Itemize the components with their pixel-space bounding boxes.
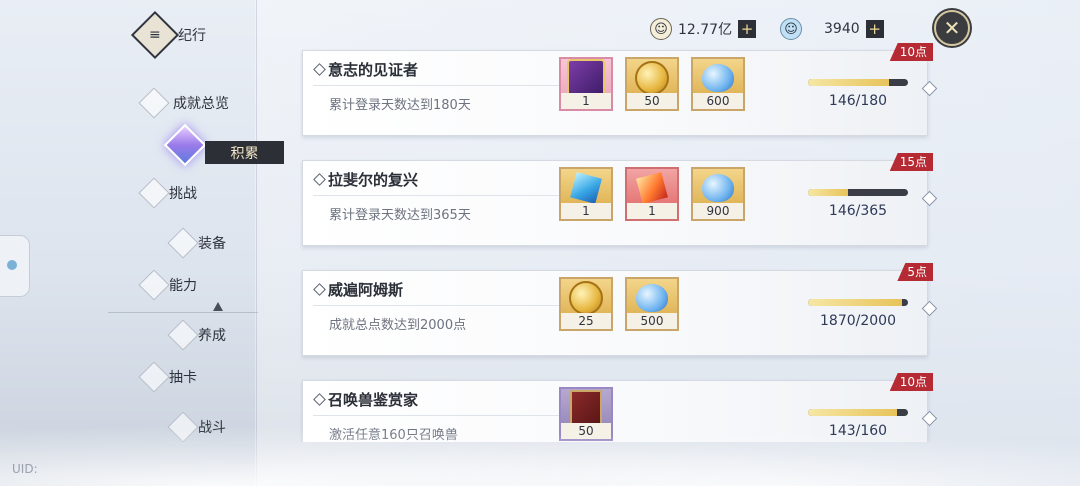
reward-item[interactable]: 1: [559, 167, 613, 221]
red-cube-icon: [636, 172, 668, 204]
progress-bar: [808, 409, 908, 416]
slime-icon: [702, 174, 734, 202]
reward-list: 25 500: [559, 277, 679, 331]
reward-quantity: 1: [627, 203, 677, 219]
achievement-description: 累计登录天数达到365天: [329, 208, 471, 223]
blue-cube-icon: [570, 172, 602, 204]
progress-bar: [808, 189, 908, 196]
achievement-title-row: 意志的见证者: [313, 59, 419, 80]
diamond-end-icon: [921, 190, 938, 207]
side-tab[interactable]: [0, 235, 30, 297]
reward-quantity: 600: [693, 93, 743, 109]
reward-quantity: 1: [561, 93, 611, 109]
divider: [313, 85, 563, 86]
slime-icon: [702, 64, 734, 92]
book-icon: ≡: [130, 10, 180, 60]
reward-item[interactable]: 25: [559, 277, 613, 331]
progress-fill: [808, 299, 902, 306]
reward-item[interactable]: 1: [625, 167, 679, 221]
hero-portrait-icon: [567, 59, 605, 97]
divider: [256, 0, 257, 486]
reward-item[interactable]: 1: [559, 57, 613, 111]
nav-header: ≡ 纪行: [130, 10, 206, 60]
nav-item-equipment[interactable]: 装备: [167, 227, 226, 259]
reward-item[interactable]: 900: [691, 167, 745, 221]
reward-list: 1 1 900: [559, 167, 745, 221]
nav-label: 装备: [198, 236, 226, 252]
nav-label: 能力: [169, 278, 197, 294]
achievement-title-row: 威遍阿姆斯: [313, 279, 404, 300]
points-badge: 5点: [897, 263, 933, 281]
nav-label: 养成: [198, 328, 226, 344]
diamond-icon: [167, 319, 199, 351]
nav-label: 抽卡: [169, 370, 197, 386]
divider: [108, 312, 258, 313]
nav-item-active[interactable]: 积累: [205, 141, 284, 164]
achievement-card[interactable]: 意志的见证者 累计登录天数达到180天 1 50 600 146/180 10点: [302, 43, 938, 136]
achievement-title-row: 召唤兽鉴赏家: [313, 389, 419, 410]
nav-label: 挑战: [169, 186, 197, 202]
cloud-decoration: [0, 416, 1080, 486]
gold-coin-icon: [569, 281, 603, 315]
triangle-icon: [213, 302, 223, 311]
dot-icon: [7, 260, 17, 270]
reward-quantity: 900: [693, 203, 743, 219]
progress-fill: [808, 189, 848, 196]
nav-item-challenge[interactable]: 挑战: [138, 177, 197, 209]
diamond-bullet-icon: [313, 63, 326, 76]
diamond-icon: [167, 227, 199, 259]
progress-fill: [808, 79, 889, 86]
achievement-card[interactable]: 威遍阿姆斯 成就总点数达到2000点 25 500 1870/2000 5点: [302, 263, 938, 356]
achievement-description: 累计登录天数达到180天: [329, 98, 471, 113]
achievement-description: 成就总点数达到2000点: [329, 318, 467, 333]
gold-coin-icon: [635, 61, 669, 95]
progress-fill: [808, 409, 897, 416]
achievement-title-row: 拉斐尔的复兴: [313, 169, 419, 190]
diamond-icon: [138, 269, 170, 301]
diamond-icon: [138, 361, 170, 393]
achievement-title: 拉斐尔的复兴: [328, 171, 419, 189]
reward-quantity: 50: [627, 93, 677, 109]
diamond-icon: [138, 177, 170, 209]
nav-item-gacha[interactable]: 抽卡: [138, 361, 197, 393]
progress-bar: [808, 299, 908, 306]
divider: [313, 305, 563, 306]
slime-icon: [636, 284, 668, 312]
achievement-title: 意志的见证者: [328, 61, 419, 79]
nav-item-growth[interactable]: 养成: [167, 319, 226, 351]
diamond-bullet-icon: [313, 173, 326, 186]
nav-label: 成就总览: [173, 96, 229, 112]
progress-text: 146/365: [828, 203, 888, 219]
reward-quantity: 1: [561, 203, 611, 219]
diamond-end-icon: [921, 300, 938, 317]
crystal-icon: [163, 123, 207, 167]
points-badge: 10点: [889, 43, 933, 61]
achievement-title: 威遍阿姆斯: [328, 281, 404, 299]
nav-title: 纪行: [178, 28, 206, 44]
reward-item[interactable]: 600: [691, 57, 745, 111]
reward-quantity: 500: [627, 313, 677, 329]
reward-list: 1 50 600: [559, 57, 745, 111]
progress-text: 146/180: [828, 93, 888, 109]
nav-item-overview[interactable]: 成就总览: [138, 87, 229, 119]
achievement-title: 召唤兽鉴赏家: [328, 391, 419, 409]
diamond-bullet-icon: [313, 283, 326, 296]
divider: [313, 195, 563, 196]
reward-item[interactable]: 50: [625, 57, 679, 111]
points-badge: 15点: [889, 153, 933, 171]
nav-item-ability[interactable]: 能力: [138, 269, 197, 301]
points-badge: 10点: [889, 373, 933, 391]
diamond-end-icon: [921, 80, 938, 97]
diamond-bullet-icon: [313, 393, 326, 406]
achievement-list[interactable]: 意志的见证者 累计登录天数达到180天 1 50 600 146/180 10点: [300, 0, 940, 442]
reward-quantity: 25: [561, 313, 611, 329]
progress-bar: [808, 79, 908, 86]
uid-label: UID:: [12, 462, 38, 476]
reward-item[interactable]: 500: [625, 277, 679, 331]
progress-text: 1870/2000: [820, 313, 896, 329]
diamond-icon: [138, 87, 170, 119]
achievement-card[interactable]: 拉斐尔的复兴 累计登录天数达到365天 1 1 900 146/365 15点: [302, 153, 938, 246]
